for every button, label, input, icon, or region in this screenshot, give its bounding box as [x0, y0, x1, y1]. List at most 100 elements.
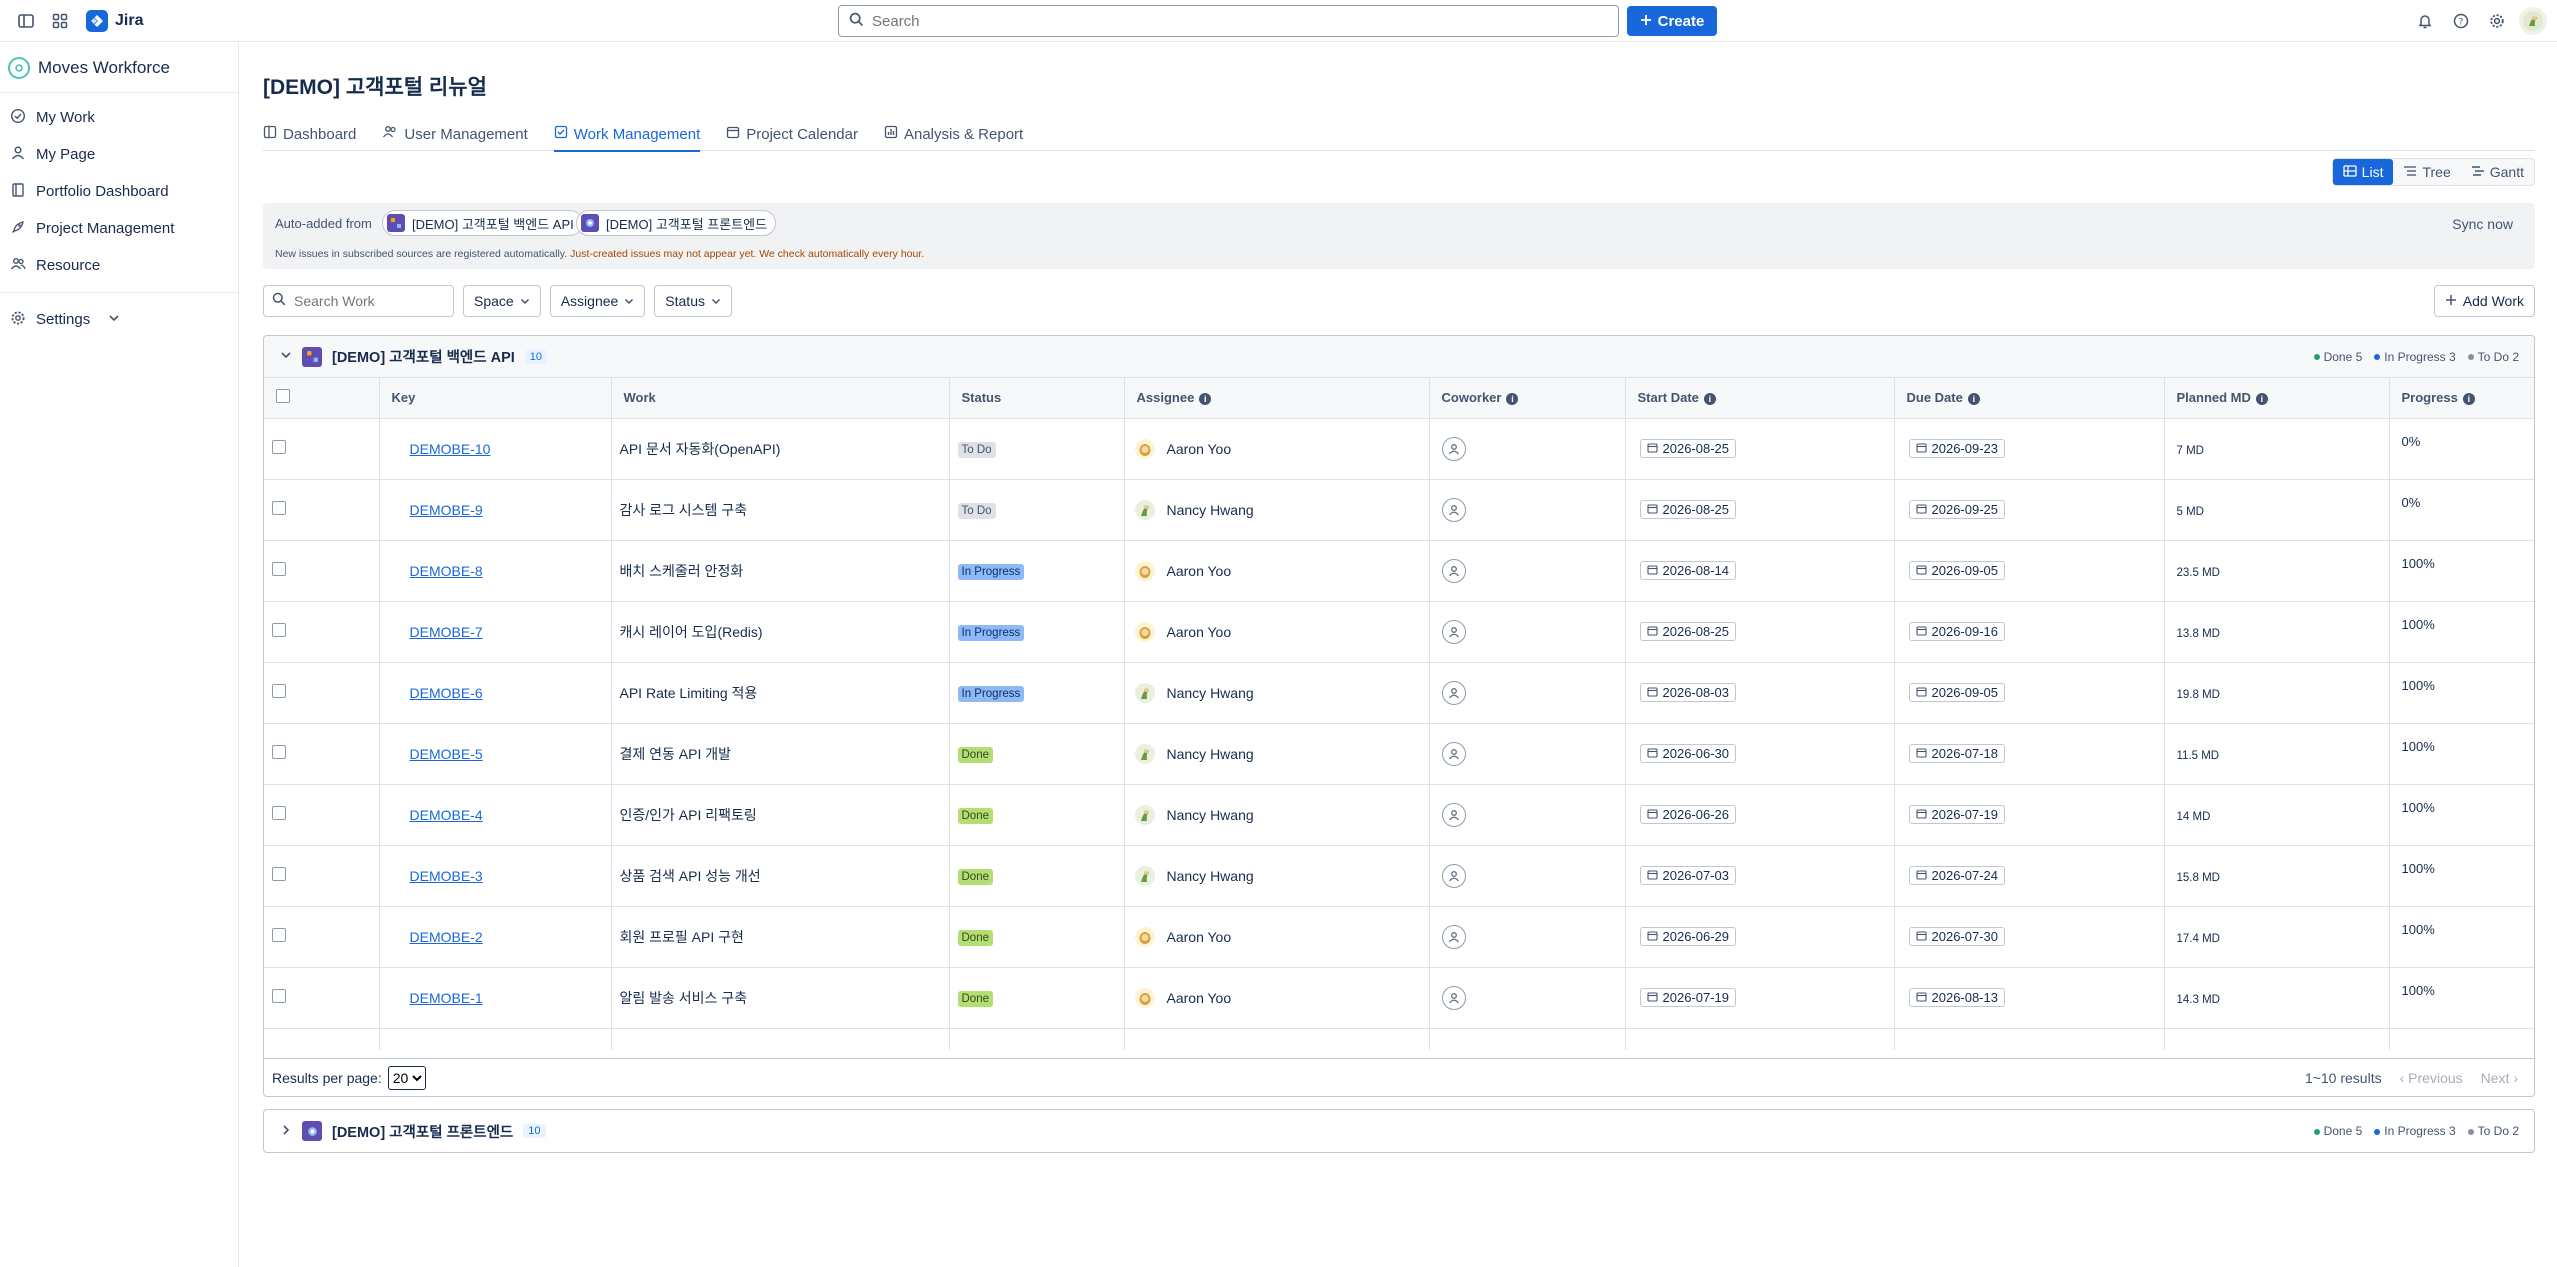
- view-list-button[interactable]: List: [2332, 159, 2394, 185]
- row-checkbox[interactable]: [272, 501, 286, 515]
- chevron-down-icon[interactable]: [280, 348, 292, 365]
- sidebar-item-settings[interactable]: Settings: [0, 301, 238, 338]
- assignee-cell[interactable]: Aaron Yoo: [1124, 906, 1430, 968]
- issue-key-link[interactable]: DEMOBE-2: [410, 929, 483, 945]
- sync-now-button[interactable]: Sync now: [2452, 216, 2513, 232]
- add-work-button[interactable]: Add Work: [2433, 285, 2535, 317]
- due-date-picker[interactable]: 2026-09-05: [1908, 561, 2005, 580]
- col-progress[interactable]: Progress i: [2389, 378, 2534, 419]
- start-date-picker[interactable]: 2026-08-25: [1639, 500, 1736, 519]
- tab-user-management[interactable]: User Management: [382, 117, 528, 151]
- status-badge[interactable]: In Progress: [957, 624, 1025, 641]
- row-checkbox[interactable]: [272, 989, 286, 1003]
- status-badge[interactable]: Done: [957, 990, 993, 1007]
- col-due-date[interactable]: Due Date i: [1894, 378, 2165, 419]
- table-row[interactable]: DEMOBE-7 캐시 레이어 도입(Redis) In Progress Aaron…: [264, 601, 2534, 663]
- coworker-cell[interactable]: [1429, 418, 1626, 480]
- info-icon[interactable]: i: [2255, 392, 2268, 405]
- work-group-frontend[interactable]: [DEMO] 고객포털 프론트엔드 10 Done 5 In Progress …: [263, 1109, 2535, 1153]
- row-checkbox[interactable]: [272, 684, 286, 698]
- person-placeholder-icon[interactable]: [1441, 436, 1466, 461]
- group-header[interactable]: [DEMO] 고객포털 백엔드 API 10 Done 5 In Progres…: [264, 336, 2534, 378]
- select-all-checkbox[interactable]: [276, 389, 290, 404]
- issue-key-link[interactable]: DEMOBE-6: [410, 685, 483, 701]
- work-search[interactable]: [263, 285, 454, 317]
- issue-key-link[interactable]: DEMOBE-8: [410, 563, 483, 579]
- due-date-picker[interactable]: 2026-07-19: [1908, 805, 2005, 824]
- coworker-cell[interactable]: [1429, 540, 1626, 602]
- assignee-cell[interactable]: Aaron Yoo: [1124, 967, 1430, 1029]
- create-button[interactable]: Create: [1627, 6, 1717, 36]
- start-date-picker[interactable]: 2026-08-25: [1639, 622, 1736, 641]
- issue-key-link[interactable]: DEMOBE-9: [410, 502, 483, 518]
- work-cell[interactable]: 캐시 레이어 도입(Redis): [611, 601, 950, 663]
- info-icon[interactable]: i: [1967, 392, 1980, 405]
- person-placeholder-icon[interactable]: [1441, 741, 1466, 766]
- table-row[interactable]: DEMOBE-4 인증/인가 API 리팩토링 Done Nancy Hwang 202…: [264, 784, 2534, 846]
- person-placeholder-icon[interactable]: [1441, 863, 1466, 888]
- assignee-cell[interactable]: Nancy Hwang: [1124, 845, 1430, 907]
- sidebar-item-resource[interactable]: Resource: [0, 247, 238, 284]
- table-row[interactable]: DEMOBE-8 배치 스케줄러 안정화 In Progress Aaron Yoo 2…: [264, 540, 2534, 602]
- assignee-cell[interactable]: Nancy Hwang: [1124, 784, 1430, 846]
- row-checkbox[interactable]: [272, 867, 286, 881]
- global-search-input[interactable]: [872, 12, 1572, 30]
- coworker-cell[interactable]: [1429, 845, 1626, 907]
- status-badge[interactable]: In Progress: [957, 685, 1025, 702]
- sidebar-toggle-icon[interactable]: [12, 7, 40, 35]
- due-date-picker[interactable]: 2026-08-13: [1908, 988, 2005, 1007]
- jira-logo[interactable]: Jira: [86, 9, 143, 32]
- coworker-cell[interactable]: [1429, 906, 1626, 968]
- coworker-cell[interactable]: [1429, 967, 1626, 1029]
- assignee-cell[interactable]: Nancy Hwang: [1124, 662, 1430, 724]
- sidebar-item-my-page[interactable]: My Page: [0, 136, 238, 173]
- person-placeholder-icon[interactable]: [1441, 985, 1466, 1010]
- next-button[interactable]: Next ›: [2481, 1070, 2518, 1086]
- view-gantt-button[interactable]: Gantt: [2461, 159, 2534, 185]
- work-cell[interactable]: API Rate Limiting 적용: [611, 662, 950, 724]
- previous-button[interactable]: ‹ Previous: [2400, 1070, 2463, 1086]
- due-date-picker[interactable]: 2026-09-05: [1908, 683, 2005, 702]
- coworker-cell[interactable]: [1429, 479, 1626, 541]
- row-checkbox[interactable]: [272, 440, 286, 454]
- table-row[interactable]: DEMOBE-1 알림 발송 서비스 구축 Done Aaron Yoo 2026-07…: [264, 967, 2534, 1029]
- issue-key-link[interactable]: DEMOBE-10: [410, 441, 491, 457]
- user-avatar[interactable]: [2519, 7, 2547, 35]
- status-badge[interactable]: Done: [957, 807, 993, 824]
- work-cell[interactable]: 인증/인가 API 리팩토링: [611, 784, 950, 846]
- table-row[interactable]: DEMOBE-10 API 문서 자동화(OpenAPI) To Do Aaron Y…: [264, 418, 2534, 480]
- person-placeholder-icon[interactable]: [1441, 558, 1466, 583]
- issue-key-link[interactable]: DEMOBE-5: [410, 746, 483, 762]
- coworker-cell[interactable]: [1429, 662, 1626, 724]
- due-date-picker[interactable]: 2026-07-18: [1908, 744, 2005, 763]
- bell-icon[interactable]: [2411, 7, 2439, 35]
- issue-key-link[interactable]: DEMOBE-3: [410, 868, 483, 884]
- due-date-picker[interactable]: 2026-09-16: [1908, 622, 2005, 641]
- col-start-date[interactable]: Start Date i: [1625, 378, 1895, 419]
- per-page-select[interactable]: 20: [387, 1065, 426, 1090]
- status-badge[interactable]: Done: [957, 746, 993, 763]
- gear-icon[interactable]: [2483, 7, 2511, 35]
- info-icon[interactable]: i: [1506, 392, 1519, 405]
- assignee-cell[interactable]: Aaron Yoo: [1124, 601, 1430, 663]
- due-date-picker[interactable]: 2026-07-24: [1908, 866, 2005, 885]
- source-chip-backend[interactable]: [DEMO] 고객포털 백엔드 API: [382, 210, 583, 236]
- tab-project-calendar[interactable]: Project Calendar: [726, 117, 858, 151]
- space-filter[interactable]: Space: [463, 285, 541, 317]
- table-row[interactable]: DEMOBE-3 상품 검색 API 성능 개선 Done Nancy Hwang 20…: [264, 845, 2534, 907]
- status-badge[interactable]: To Do: [957, 441, 996, 458]
- info-icon[interactable]: i: [1703, 392, 1716, 405]
- info-icon[interactable]: i: [1199, 392, 1212, 405]
- sidebar-item-my-work[interactable]: My Work: [0, 99, 238, 136]
- help-icon[interactable]: ?: [2447, 7, 2475, 35]
- issue-key-link[interactable]: DEMOBE-1: [410, 990, 483, 1006]
- issue-key-link[interactable]: DEMOBE-4: [410, 807, 483, 823]
- start-date-picker[interactable]: 2026-08-14: [1639, 561, 1736, 580]
- tab-work-management[interactable]: Work Management: [553, 117, 701, 152]
- sidebar-item-project-management[interactable]: Project Management: [0, 210, 238, 247]
- col-work[interactable]: Work: [611, 378, 950, 419]
- status-filter[interactable]: Status: [654, 285, 732, 317]
- chevron-right-icon[interactable]: [280, 1123, 292, 1140]
- status-badge[interactable]: To Do: [957, 502, 996, 519]
- work-cell[interactable]: 감사 로그 시스템 구축: [611, 479, 950, 541]
